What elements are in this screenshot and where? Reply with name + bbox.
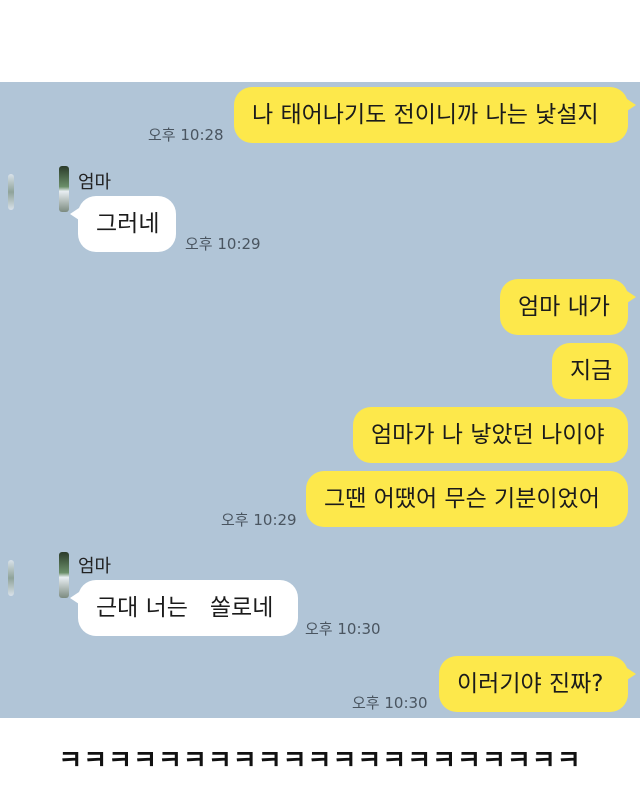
message-timestamp: 오후 10:30 [305, 620, 381, 638]
my-message-bubble: 엄마가 나 낳았던 나이야 [353, 407, 628, 463]
their-message-bubble: 그러네 [70, 196, 176, 252]
chat-area[interactable]: 나 태어나기도 전이니까 나는 낯설지 오후 10:28 엄마 그러네 오후 1… [0, 82, 640, 718]
my-message-bubble: 엄마 내가 [500, 279, 636, 335]
screenshot-page: 나 태어나기도 전이니까 나는 낯설지 오후 10:28 엄마 그러네 오후 1… [0, 0, 640, 800]
sender-name: 엄마 [78, 556, 112, 577]
caption-text: ㅋㅋㅋㅋㅋㅋㅋㅋㅋㅋㅋㅋㅋㅋㅋㅋㅋㅋㅋㅋㅋ [58, 746, 582, 776]
message-timestamp: 오후 10:28 [148, 126, 224, 144]
my-message-bubble: 지금 [552, 343, 628, 399]
my-message-bubble: 그땐 어땠어 무슨 기분이었어 [306, 471, 628, 527]
message-timestamp: 오후 10:30 [352, 694, 428, 712]
avatar [59, 166, 69, 212]
avatar [59, 552, 69, 598]
my-message-bubble: 나 태어나기도 전이니까 나는 낯설지 [234, 87, 636, 143]
avatar-edge-image [8, 560, 14, 596]
their-message-bubble: 근대 너는 쏠로네 [70, 580, 298, 636]
message-timestamp: 오후 10:29 [185, 235, 261, 253]
sender-name: 엄마 [78, 172, 112, 193]
my-message-bubble: 이러기야 진짜? [439, 656, 636, 712]
message-timestamp: 오후 10:29 [221, 511, 297, 529]
avatar-edge-image [8, 174, 14, 210]
